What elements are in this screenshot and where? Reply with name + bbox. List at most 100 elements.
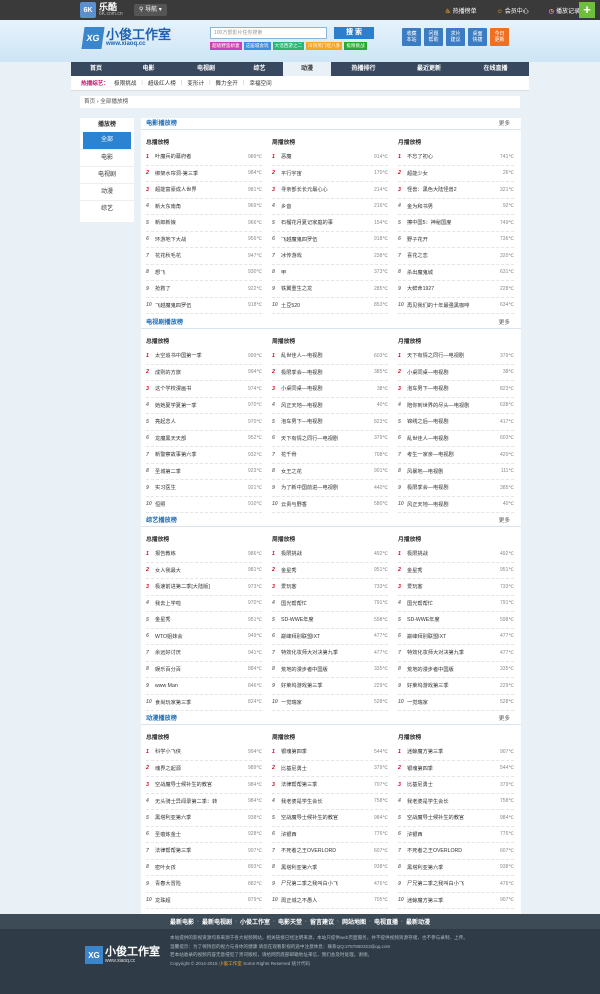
rank-row[interactable]: 4 国光帮帮忙 791℃ — [398, 596, 514, 612]
rank-row[interactable]: 8 黑塔利亚第六季 938℃ — [398, 860, 514, 876]
rank-row[interactable]: 10 再见我们的十年最强黑咖啡 634℃ — [398, 298, 514, 314]
sub-nav-item[interactable]: 超级红人榜 — [148, 79, 176, 87]
rank-row[interactable]: 10 迷鲸魔方第三季 907℃ — [398, 893, 514, 909]
title-link[interactable]: 比基尼勇士 — [407, 781, 500, 788]
rank-row[interactable]: 10 土豆520 853℃ — [272, 298, 388, 314]
title-link[interactable]: 恒照 — [155, 501, 248, 508]
title-link[interactable]: 好莱坞游戏第三季 — [281, 682, 374, 689]
footer-link[interactable]: 电影天堂 — [278, 917, 302, 926]
rank-row[interactable]: 8 娱乐百分百 884℃ — [146, 662, 262, 678]
title-link[interactable]: 比基尼勇士 — [281, 765, 374, 772]
shortcut-button[interactable]: 今日 更新 — [490, 28, 509, 46]
title-link[interactable]: 天下有情之同行—电视剧 — [407, 352, 500, 359]
title-link[interactable]: 余远好讨厌 — [155, 649, 248, 656]
quick-tag[interactable]: 冷热笑门吃八卦 — [306, 42, 343, 50]
footer-link[interactable]: 最新电影 — [170, 917, 194, 926]
rank-row[interactable]: 3 这个学校漫画书 974℃ — [146, 381, 262, 398]
title-link[interactable]: 铁翼重生之龙 — [281, 285, 374, 292]
rank-row[interactable]: 8 杀出魔鬼城 631℃ — [398, 265, 514, 281]
title-link[interactable]: 小桌同桌—电视剧 — [407, 369, 503, 376]
rank-row[interactable]: 8 女王之花 901℃ — [272, 464, 388, 480]
rank-row[interactable]: 2 绑架水帘洞-第三季 984℃ — [146, 166, 262, 182]
rank-row[interactable]: 10 食尚玩家第三季 824℃ — [146, 695, 262, 711]
footer-link[interactable]: 留言建议 — [310, 917, 334, 926]
rank-row[interactable]: 5 空战魔导士候补生的教官 984℃ — [398, 810, 514, 827]
rank-row[interactable]: 3 空战魔导士候补生的教官 984℃ — [146, 777, 262, 794]
rank-row[interactable]: 10 一觉瑞家 528℃ — [398, 695, 514, 711]
rank-row[interactable]: 6 圣痕炼金士 928℃ — [146, 827, 262, 843]
title-link[interactable]: 一觉瑞家 — [407, 699, 500, 706]
rank-row[interactable]: 9 铁翼重生之龙 285℃ — [272, 281, 388, 298]
rank-row[interactable]: 7 不死者之王OVERLORD 607℃ — [398, 843, 514, 860]
rank-row[interactable]: 5 石榴花月夏记家庭的事 154℃ — [272, 215, 388, 232]
rank-row[interactable]: 10 风正天地—电视剧 40℃ — [398, 497, 514, 513]
rank-row[interactable]: 10 飞越魔鬼四罗伍 918℃ — [146, 298, 262, 314]
title-link[interactable]: 特效化妆师大对决第九季 — [281, 649, 374, 656]
nav-item[interactable]: 综艺 — [236, 62, 283, 76]
title-link[interactable]: 小桌同桌—电视剧 — [281, 385, 377, 392]
rank-row[interactable]: 1 乱世佳人—电视剧 603℃ — [272, 348, 388, 365]
title-link[interactable]: SD-WWE年度 — [281, 616, 374, 623]
title-link[interactable]: 无头骑士异闻录第二季：转 — [155, 798, 248, 805]
rank-row[interactable]: 2 平行宇宙 170℃ — [272, 166, 388, 182]
rank-row[interactable]: 3 极速前进第二季[大陆版] 973℃ — [146, 579, 262, 596]
rank-row[interactable]: 5 锦绣之后—电视剧 417℃ — [398, 414, 514, 431]
rank-row[interactable]: 7 考生一家亲—电视剧 420℃ — [398, 447, 514, 464]
nav-item[interactable]: 热播排行 — [331, 62, 396, 76]
rank-row[interactable]: 8 想飞 930℃ — [146, 265, 262, 281]
title-link[interactable]: 喜花之恋 — [407, 252, 500, 259]
rank-row[interactable]: 5 黑塔利亚第六季 938℃ — [146, 810, 262, 827]
title-link[interactable]: 特效化妆师大对决第九季 — [407, 649, 500, 656]
sidebar-item[interactable]: 全部 — [83, 132, 131, 149]
rank-row[interactable]: 7 喜花之恋 320℃ — [398, 248, 514, 265]
rank-row[interactable]: 8 荒地的漫步者中国版 335℃ — [272, 662, 388, 678]
title-link[interactable]: 超能富豪成人世界 — [155, 186, 248, 193]
title-link[interactable]: 太空追书中国第一季 — [155, 352, 248, 359]
sub-nav-item[interactable]: 变形计 — [187, 79, 204, 87]
title-link[interactable]: 一觉瑞家 — [281, 699, 374, 706]
title-link[interactable]: 食尚玩家第三季 — [155, 699, 248, 706]
title-link[interactable]: 银魂第四季 — [407, 765, 500, 772]
title-link[interactable]: 甲 — [281, 269, 374, 276]
title-link[interactable]: 空战魔导士候补生的教官 — [155, 781, 248, 788]
title-link[interactable]: 密叶女孩 — [155, 864, 248, 871]
title-link[interactable]: 不死者之王OVERLORD — [407, 847, 500, 854]
title-link[interactable]: 叶魔兵的幕府者 — [155, 153, 248, 160]
sidebar-item[interactable]: 动漫 — [80, 183, 134, 200]
title-link[interactable]: 荒地的漫步者中国版 — [281, 666, 374, 673]
nav-item[interactable]: 动漫 — [283, 62, 331, 76]
rank-row[interactable]: 1 不忘了初心 741℃ — [398, 149, 514, 166]
site-logo[interactable]: XG 小俊工作室 www.xiaoq.cc — [81, 27, 171, 49]
title-link[interactable]: 亮起恋人 — [155, 418, 248, 425]
title-link[interactable]: 风暴地—电视剧 — [407, 468, 501, 475]
title-link[interactable]: 野子花开 — [407, 236, 500, 243]
rank-row[interactable]: 7 花千骨 708℃ — [272, 447, 388, 464]
search-input[interactable]: 100万部影片任你搜索 — [210, 27, 327, 39]
title-link[interactable]: 巅峰拜别联盟IXT — [281, 633, 374, 640]
rank-row[interactable]: 9 www Man 846℃ — [146, 678, 262, 695]
title-link[interactable]: 新警察故事第六季 — [155, 451, 248, 458]
title-link[interactable]: www Man — [155, 683, 248, 689]
rank-row[interactable]: 1 叶魔兵的幕府者 989℃ — [146, 149, 262, 166]
rank-row[interactable]: 7 不死者之王OVERLORD 607℃ — [272, 843, 388, 860]
rank-row[interactable]: 4 金为和书男 92℃ — [398, 199, 514, 215]
rank-row[interactable]: 4 我去上学啦 970℃ — [146, 596, 262, 612]
rank-row[interactable]: 8 甲 373℃ — [272, 265, 388, 281]
rank-row[interactable]: 4 新大东南角 969℃ — [146, 199, 262, 215]
title-link[interactable]: 荒地的漫步者中国版 — [407, 666, 500, 673]
title-link[interactable]: 魂界之起源 — [155, 765, 248, 772]
rank-row[interactable]: 1 银魂第四季 544℃ — [272, 744, 388, 761]
title-link[interactable]: 法律帮帮第三季 — [281, 781, 374, 788]
title-link[interactable]: 不忘了初心 — [407, 153, 500, 160]
rank-row[interactable]: 9 好莱坞游戏第三季 229℃ — [272, 678, 388, 695]
title-link[interactable]: 爱玩客 — [407, 583, 500, 590]
rank-row[interactable]: 7 特效化妆师大对决第九季 477℃ — [272, 645, 388, 662]
title-link[interactable]: 泡车男下—电视剧 — [407, 385, 500, 392]
rank-row[interactable]: 1 极限挑战 492℃ — [272, 546, 388, 563]
rank-row[interactable]: 4 她她夏学夏第一季 970℃ — [146, 398, 262, 414]
title-link[interactable]: 我老婆是学生会长 — [407, 798, 500, 805]
rank-row[interactable]: 6 乱世佳人—电视剧 603℃ — [398, 431, 514, 447]
rank-row[interactable]: 6 龙魔黑天天部 952℃ — [146, 431, 262, 447]
title-link[interactable]: 乡音 — [281, 203, 374, 210]
title-link[interactable]: 极限季会—电视剧 — [281, 369, 374, 376]
